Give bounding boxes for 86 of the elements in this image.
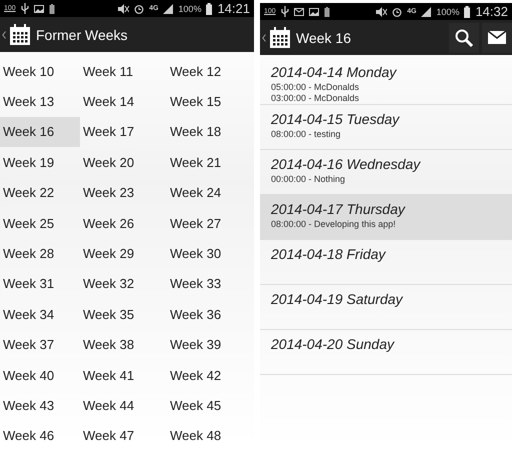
event-entry: 03:00:00 - McDonalds [271, 93, 360, 104]
week-item[interactable]: Week 20 [80, 147, 167, 178]
week-item[interactable]: Week 39 [167, 330, 254, 360]
day-item[interactable]: 2014-04-20 Sunday [260, 330, 512, 375]
week-item[interactable]: Week 43 [0, 390, 80, 421]
signal-icon [421, 6, 432, 16]
battery-icon [324, 6, 330, 16]
week-item[interactable]: Week 40 [0, 360, 80, 390]
day-item[interactable]: 2014-04-14 Monday 05:00:00 - McDonalds 03:00:00 - McDonalds [260, 58, 512, 105]
week-item[interactable]: Week 12 [167, 56, 254, 86]
week-item[interactable]: Week 17 [80, 116, 167, 148]
clock: 14:21 [217, 1, 250, 16]
day-date: 2014-04-20 Sunday [271, 335, 396, 354]
week-item[interactable]: Week 44 [80, 390, 167, 421]
week-item[interactable]: Week 42 [167, 360, 254, 390]
mute-icon [376, 6, 388, 16]
image-icon [308, 8, 319, 16]
week-item[interactable]: Week 48 [167, 420, 254, 452]
week-item[interactable]: Week 38 [80, 330, 167, 360]
calendar-icon [9, 24, 31, 46]
week-item[interactable]: Week 19 [0, 147, 80, 178]
battery-percent: 100% [178, 4, 202, 14]
week-item[interactable]: Week 18 [167, 116, 254, 148]
day-date: 2014-04-16 Wednesday [271, 155, 422, 174]
usb-icon [20, 3, 29, 14]
screen-title: Week 16 [296, 30, 351, 46]
day-date: 2014-04-19 Saturday [271, 290, 404, 309]
week-item[interactable]: Week 11 [80, 56, 167, 86]
week-item[interactable]: Week 25 [0, 208, 80, 238]
battery-icon [464, 6, 470, 18]
week-item[interactable]: Week 10 [0, 56, 80, 86]
week-item[interactable]: Week 28 [0, 238, 80, 269]
week-item[interactable]: Week 14 [80, 86, 167, 117]
week-item[interactable]: Week 22 [0, 178, 80, 208]
clock: 14:32 [475, 4, 508, 19]
screen-title: Former Weeks [36, 26, 128, 42]
day-date: 2014-04-18 Friday [271, 245, 387, 264]
mail-icon [294, 8, 304, 16]
day-date: 2014-04-17 Thursday [271, 200, 406, 219]
week-item[interactable]: Week 37 [0, 330, 80, 360]
week-item[interactable]: Week 29 [80, 238, 167, 269]
week-item[interactable]: Week 23 [80, 178, 167, 208]
alarm-icon [392, 6, 402, 16]
week-item[interactable]: Week 46 [0, 420, 80, 452]
week-item[interactable]: Week 35 [80, 299, 167, 330]
day-item[interactable]: 2014-04-19 Saturday [260, 285, 512, 330]
back-caret-icon[interactable] [262, 34, 266, 42]
week-item[interactable]: Week 30 [167, 238, 254, 269]
week-item[interactable]: Week 21 [167, 147, 254, 178]
week-item[interactable]: Week 31 [0, 268, 80, 300]
week-item[interactable]: Week 41 [80, 360, 167, 390]
week-item[interactable]: Week 16 [0, 116, 80, 148]
day-item[interactable]: 2014-04-17 Thursday 08:00:00 - Developing this app! [260, 195, 512, 240]
week-item[interactable]: Week 32 [80, 268, 167, 300]
battery-icon [48, 4, 55, 14]
day-date: 2014-04-14 Monday [271, 63, 398, 82]
image-icon [34, 4, 44, 12]
event-entry: 08:00:00 - testing [271, 129, 342, 140]
week-item[interactable]: Week 15 [167, 86, 254, 117]
week-item[interactable]: Week 36 [167, 299, 254, 330]
envelope-icon [488, 31, 506, 44]
week-item[interactable]: Week 27 [167, 208, 254, 238]
day-item[interactable]: 2014-04-18 Friday [260, 240, 512, 285]
calendar-icon [269, 26, 291, 48]
day-item[interactable]: 2014-04-15 Tuesday 08:00:00 - testing [260, 105, 512, 150]
event-entry: 05:00:00 - McDonalds [271, 82, 360, 93]
week-item[interactable]: Week 45 [167, 390, 254, 421]
search-button[interactable] [449, 22, 479, 52]
week-item[interactable]: Week 24 [167, 178, 254, 208]
usb-icon [280, 6, 289, 17]
battery-percent: 100% [436, 6, 460, 16]
mail-button[interactable] [482, 22, 512, 52]
battery-icon [206, 2, 212, 14]
back-caret-icon[interactable] [2, 30, 6, 38]
signal-icon [163, 4, 174, 14]
week-item[interactable]: Week 33 [167, 268, 254, 300]
week-item[interactable]: Week 34 [0, 299, 80, 330]
week-item[interactable]: Week 47 [80, 420, 167, 452]
mute-icon [118, 4, 130, 14]
search-icon [455, 28, 473, 46]
week-item[interactable]: Week 13 [0, 86, 80, 117]
event-entry: 08:00:00 - Developing this app! [271, 219, 397, 230]
week-item[interactable]: Week 26 [80, 208, 167, 238]
event-entry: 00:00:00 - Nothing [271, 174, 346, 185]
day-date: 2014-04-15 Tuesday [271, 110, 401, 129]
alarm-icon [134, 4, 144, 14]
